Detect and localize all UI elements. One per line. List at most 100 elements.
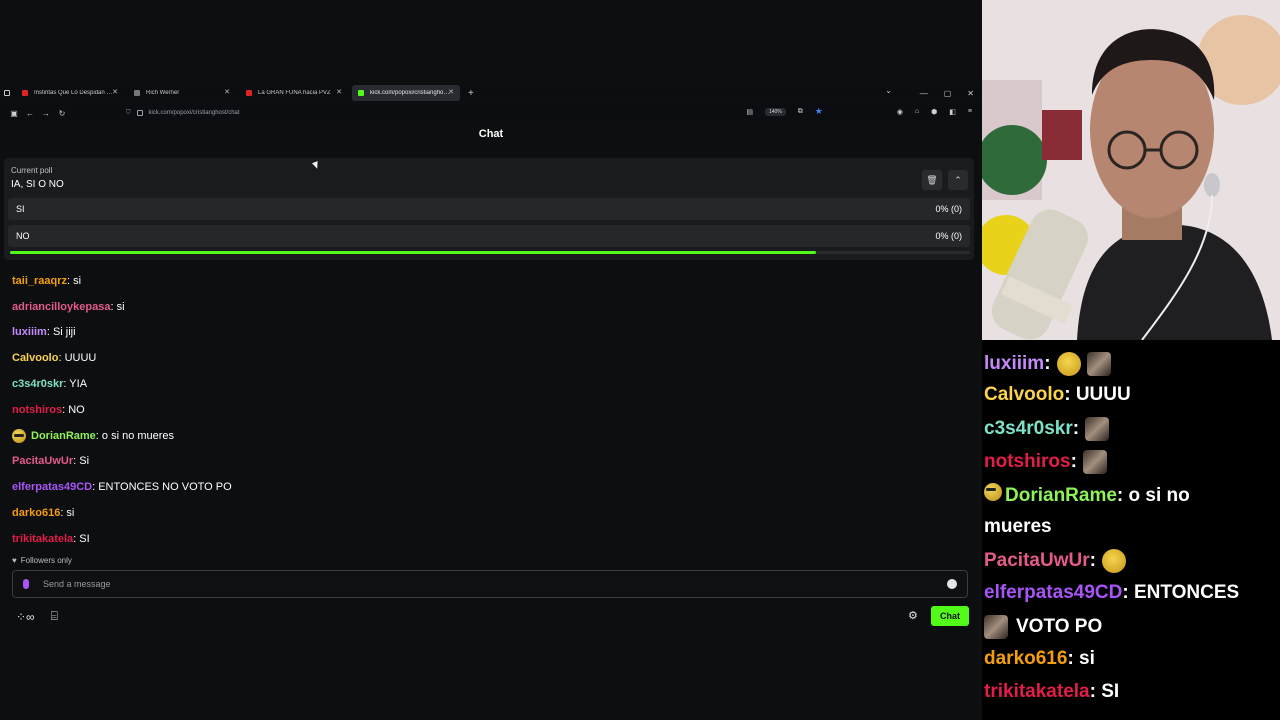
screenshot-icon[interactable]: ◧ — [949, 108, 956, 116]
close-window-icon[interactable]: ✕ — [967, 89, 974, 98]
overlay-chat-line: luxiiim: — [984, 352, 1111, 376]
trash-icon: 🗑 — [926, 174, 938, 185]
microphone-icon[interactable] — [23, 579, 29, 589]
browser-tab[interactable]: Rich Werner ✕ — [128, 85, 236, 101]
poll-option-result: 0% (0) — [935, 231, 962, 241]
emoji-picker-icon[interactable] — [947, 579, 957, 589]
chat-username[interactable]: Calvoolo — [12, 352, 58, 364]
collapse-poll-button[interactable]: ⌃ — [948, 170, 968, 190]
overlay-username: trikitakatela — [984, 681, 1090, 702]
overlay-text: : o si no — [1116, 485, 1190, 506]
zoom-level[interactable]: 140% — [764, 107, 786, 116]
chat-text: : si — [110, 300, 125, 313]
followers-only-notice: ♥ Followers only — [12, 556, 72, 565]
poll-option-si[interactable]: SI 0% (0) — [8, 198, 970, 220]
tab-overview-icon[interactable] — [4, 90, 10, 96]
chat-username[interactable]: luxiiim — [12, 326, 47, 338]
chat-message: Calvoolo: UUUU — [12, 345, 912, 371]
tab-favicon-icon — [246, 90, 252, 96]
sidebar-toggle-icon[interactable]: ▣ — [6, 109, 22, 118]
reload-icon[interactable]: ↻ — [54, 109, 70, 118]
send-chat-button[interactable]: Chat — [931, 606, 969, 626]
webcam-feed — [982, 0, 1280, 340]
followers-only-label: Followers only — [20, 556, 72, 565]
shield-icon[interactable]: ⛉ — [126, 110, 131, 117]
address-bar[interactable]: ⛉ kick.com/popoxi/cristianghost/chat — [126, 104, 826, 122]
browser-tab[interactable]: kick.com/popoxi/cristianghost/chat✕ — [352, 85, 460, 101]
page-title: Chat — [478, 128, 504, 140]
stream-chat-overlay: luxiiim: Calvoolo: UUUU c3s4r0skr: notshiro… — [982, 340, 1280, 720]
chat-username[interactable]: elferpatas49CD — [12, 481, 92, 493]
back-icon[interactable]: ← — [22, 109, 38, 118]
tab-label: kick.com/popoxi/cristianghost/chat — [370, 90, 450, 96]
lock-icon[interactable] — [136, 110, 143, 116]
poll-option-label: NO — [16, 231, 30, 241]
tab-bar: Instintas Que Lo Despidan - Yo ✕ Rich Wern… — [0, 84, 982, 102]
menu-icon[interactable]: ≡ — [968, 108, 972, 115]
tab-label: Instintas Que Lo Despidan - Yo — [34, 90, 114, 96]
account-icon[interactable]: ◉ — [897, 108, 903, 116]
thumbs-up-emote-icon — [1056, 352, 1081, 376]
overlay-chat-line: DorianRame: o si no — [984, 483, 1190, 507]
chat-username[interactable]: taii_raaqrz — [12, 275, 67, 287]
poll-option-result: 0% (0) — [935, 204, 962, 214]
chat-text: : si — [67, 274, 82, 287]
overlay-chat-line: mueres — [984, 516, 1052, 538]
bookmark-star-icon[interactable]: ★ — [815, 106, 823, 117]
chat-username[interactable]: DorianRame — [31, 430, 96, 442]
url-text[interactable]: kick.com/popoxi/cristianghost/chat — [149, 110, 240, 116]
overlay-chat-line: Calvoolo: UUUU — [984, 384, 1131, 406]
tab-list-chevron-icon[interactable]: ⌄ — [885, 86, 892, 95]
overlay-text: : si — [1067, 648, 1095, 669]
tab-label: Rich Werner — [146, 90, 180, 96]
chat-settings-gear-icon[interactable]: ⚙ — [908, 609, 918, 622]
tab-close-icon[interactable]: ✕ — [112, 88, 118, 96]
extensions-icon[interactable]: ⌂ — [915, 108, 919, 115]
shield-extension-icon[interactable]: ⬢ — [931, 108, 937, 116]
minimize-icon[interactable]: — — [920, 89, 928, 98]
chat-text: : SI — [73, 532, 90, 545]
tab-close-icon[interactable]: ✕ — [224, 88, 230, 96]
chat-username[interactable]: PacitaUwUr — [12, 455, 73, 467]
photo-emote-icon — [1085, 417, 1110, 441]
chat-message: PacitaUwUr: Si — [12, 449, 912, 475]
chat-username[interactable]: trikitakatela — [12, 533, 73, 545]
chat-username[interactable]: darko616 — [12, 507, 60, 519]
window-controls: — ▢ ✕ — [920, 84, 974, 102]
new-tab-icon[interactable]: + — [468, 88, 474, 99]
overlay-username: Calvoolo — [984, 384, 1065, 405]
photo-emote-icon — [1086, 352, 1111, 376]
browser-tab[interactable]: Instintas Que Lo Despidan - Yo ✕ — [16, 85, 124, 101]
reader-view-icon[interactable]: ▤ — [746, 108, 753, 116]
message-input-box[interactable] — [12, 570, 968, 598]
chat-message: DorianRame: o si no mueres — [12, 423, 912, 449]
tab-favicon-icon — [22, 90, 28, 96]
tab-close-icon[interactable]: ✕ — [336, 88, 342, 96]
poll-card: Current poll IA, SI O NO 🗑 ⌃ SI 0% (0) N… — [4, 158, 974, 260]
chat-text: : UUUU — [58, 352, 97, 365]
chat-message: notshiros: NO — [12, 397, 912, 423]
photo-emote-icon — [1082, 450, 1107, 474]
maximize-icon[interactable]: ▢ — [944, 89, 952, 98]
browser-tab[interactable]: La GRAN FUNA hacia PVZ ✕ — [240, 85, 348, 101]
chat-username[interactable]: c3s4r0skr — [12, 378, 63, 390]
chat-username[interactable]: notshiros — [12, 404, 62, 416]
translate-icon[interactable]: ⧉ — [798, 108, 803, 116]
points-icon[interactable]: ⁘∞ — [16, 610, 35, 624]
tab-close-icon[interactable]: ✕ — [448, 88, 454, 96]
chat-text: : ENTONCES NO VOTO PO — [92, 481, 232, 494]
store-icon[interactable]: ⌸ — [51, 609, 58, 624]
poll-timer-fill — [10, 251, 817, 254]
forward-icon[interactable]: → — [38, 109, 54, 118]
chat-username[interactable]: adriancilloykepasa — [12, 301, 110, 313]
overlay-text: : SI — [1089, 681, 1120, 702]
overlay-text: mueres — [984, 516, 1052, 537]
poll-option-no[interactable]: NO 0% (0) — [8, 225, 970, 247]
tab-label: La GRAN FUNA hacia PVZ — [258, 90, 331, 96]
chat-messages: taii_raaqrz: si adriancilloykepasa: si lux… — [12, 268, 912, 552]
delete-poll-button[interactable]: 🗑 — [922, 170, 942, 190]
overlay-text: : ENTONCES — [1122, 582, 1240, 603]
chat-text: : Si jiji — [46, 326, 76, 339]
overlay-username: PacitaUwUr — [984, 550, 1090, 572]
message-input[interactable] — [43, 579, 947, 589]
